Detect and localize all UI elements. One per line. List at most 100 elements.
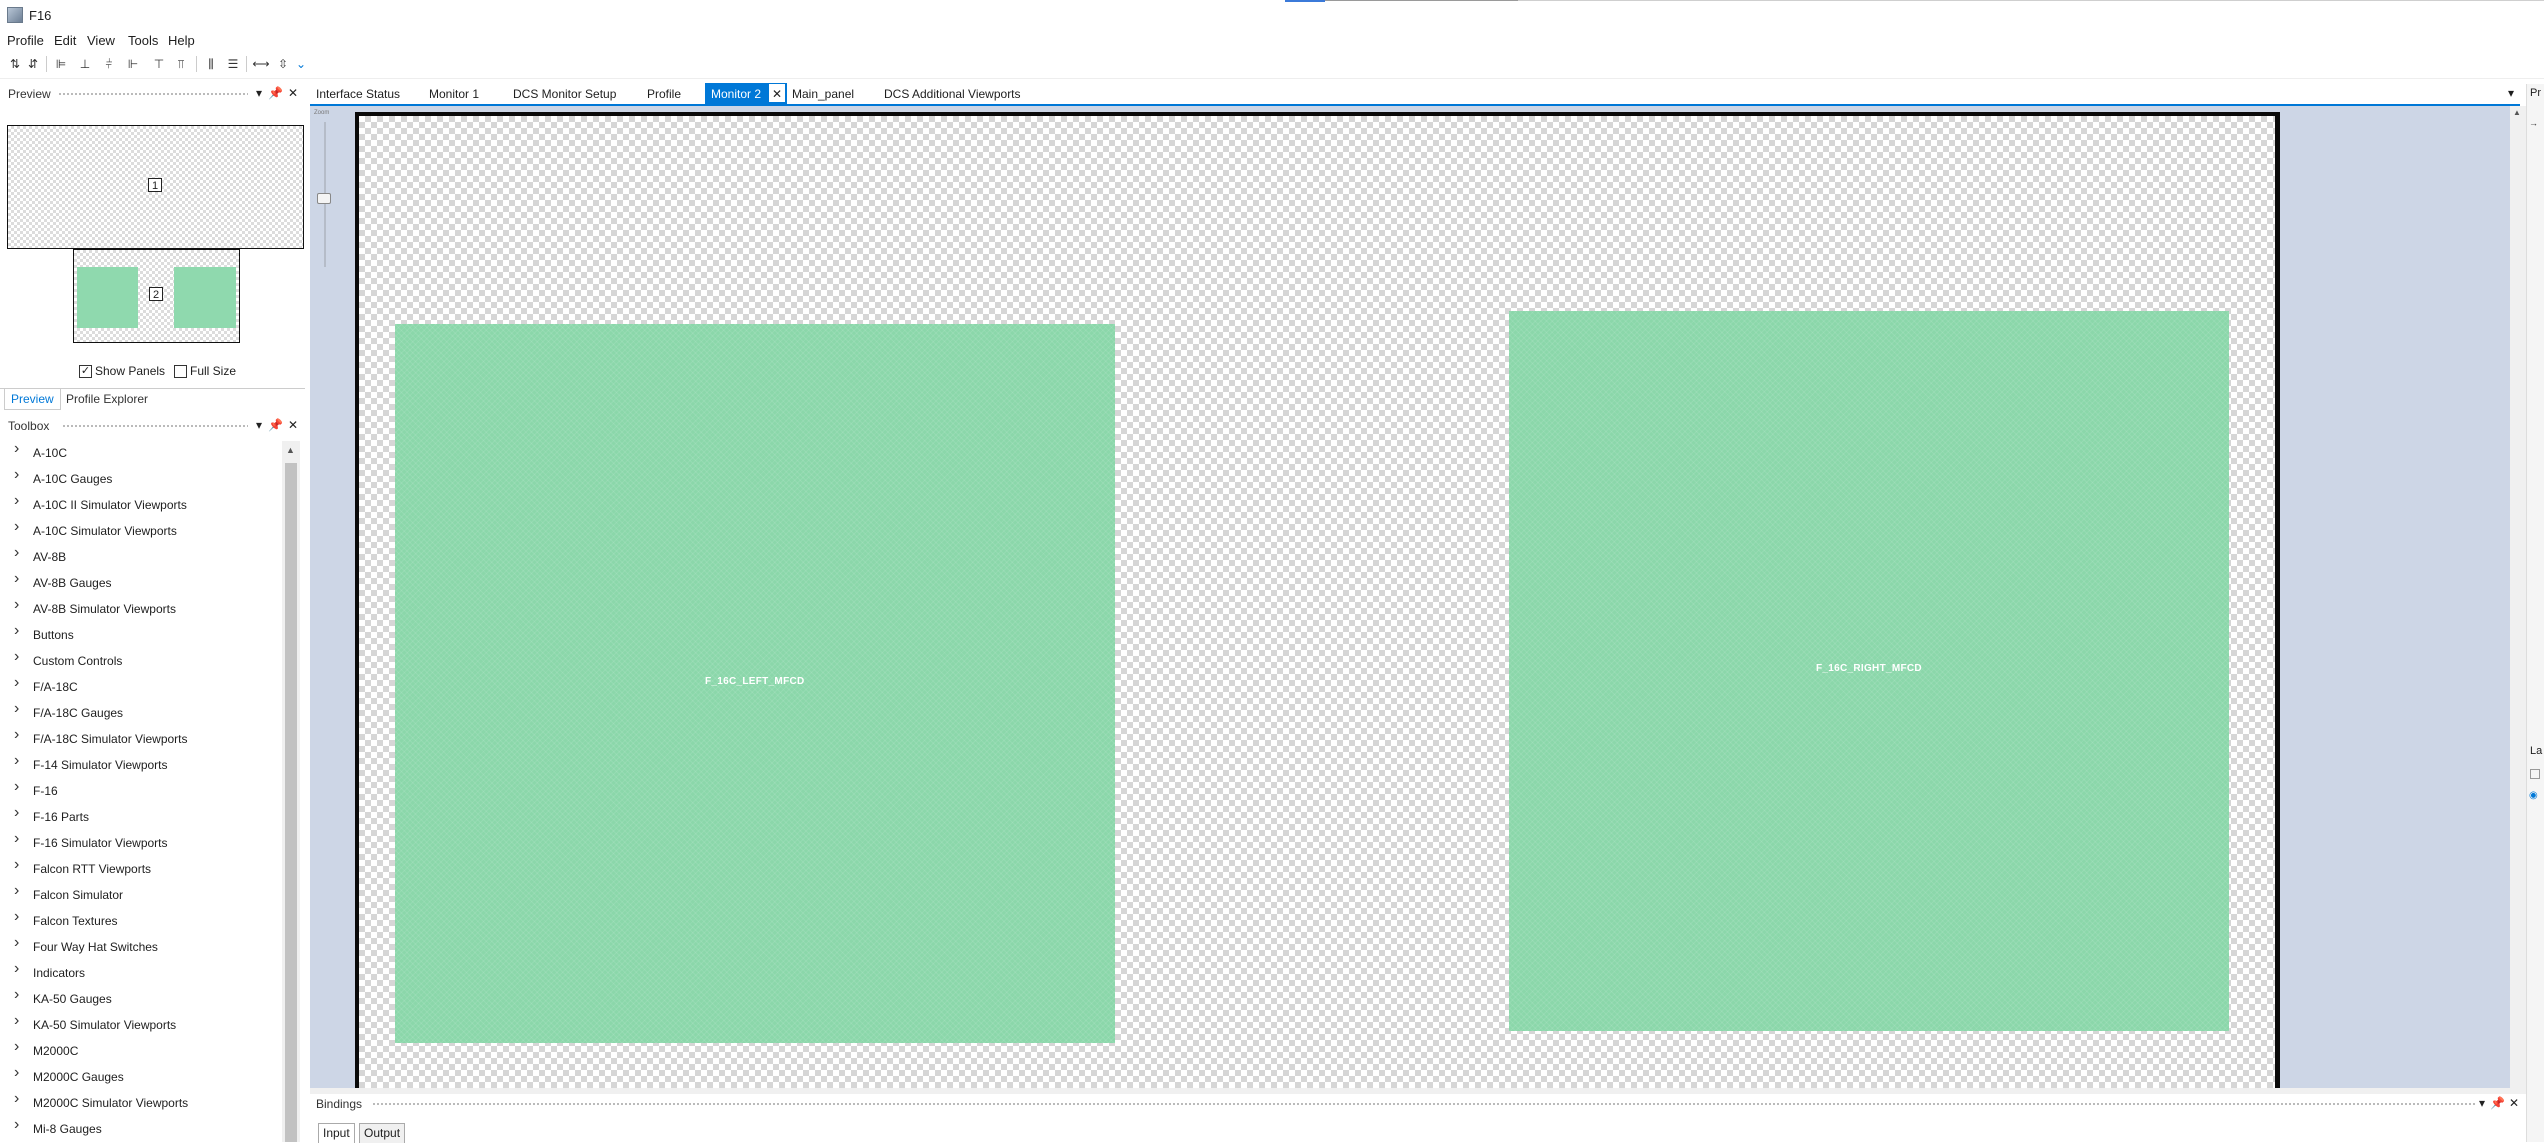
menu-help[interactable]: Help (168, 33, 195, 48)
tab-monitor-1[interactable]: Monitor 1 (429, 84, 479, 104)
chevron-right-icon[interactable]: › (14, 649, 22, 665)
toolbox-item[interactable]: › F/A-18C (0, 675, 282, 701)
tab-preview[interactable]: Preview (4, 389, 61, 410)
layer-icon[interactable] (2530, 769, 2540, 779)
pin-icon[interactable]: 📌 (268, 85, 283, 101)
chevron-right-icon[interactable]: › (14, 701, 22, 717)
chevron-right-icon[interactable]: › (14, 961, 22, 977)
toolbox-item[interactable]: › A-10C Gauges (0, 467, 282, 493)
chevron-right-icon[interactable]: › (14, 831, 22, 847)
chevron-right-icon[interactable]: › (14, 987, 22, 1003)
toolbox-scroll-thumb[interactable] (285, 463, 297, 1142)
tab-profile-explorer[interactable]: Profile Explorer (60, 389, 154, 409)
menu-profile[interactable]: Profile (7, 33, 44, 48)
tab-profile[interactable]: Profile (647, 84, 681, 104)
toolbox-item[interactable]: › F/A-18C Gauges (0, 701, 282, 727)
tab-interface-status[interactable]: Interface Status (316, 84, 400, 104)
right-mfcd-panel[interactable]: F_16C_RIGHT_MFCD (1509, 311, 2229, 1031)
right-dock-tab-properties[interactable]: Pr (2530, 87, 2541, 99)
menu-tools[interactable]: Tools (128, 33, 158, 48)
toolbox-item[interactable]: › M2000C (0, 1039, 282, 1065)
chevron-right-icon[interactable]: › (14, 571, 22, 587)
panel-menu-icon[interactable]: ▾ (252, 417, 266, 433)
tab-output[interactable]: Output (359, 1123, 406, 1143)
chevron-right-icon[interactable]: › (14, 1013, 22, 1029)
toolbox-item[interactable]: › Custom Controls (0, 649, 282, 675)
align-left-icon[interactable]: ⊫ (52, 55, 70, 73)
chevron-right-icon[interactable]: › (14, 779, 22, 795)
toolbar-overflow-icon[interactable]: ⌄ (292, 55, 310, 73)
chevron-right-icon[interactable]: › (14, 1091, 22, 1107)
toolbox-item[interactable]: › F-16 (0, 779, 282, 805)
scroll-up-icon[interactable]: ▲ (286, 445, 295, 455)
full-size-checkbox[interactable] (174, 365, 187, 378)
monitor-2-preview[interactable]: 2 (73, 249, 240, 343)
scroll-up-icon[interactable]: ▲ (2513, 108, 2521, 117)
chevron-right-icon[interactable]: › (14, 441, 22, 457)
zoom-slider-thumb[interactable] (317, 193, 331, 204)
same-width-icon[interactable]: ⟷ (252, 55, 270, 73)
align-right-icon[interactable]: ⊩ (124, 55, 142, 73)
panel-menu-icon[interactable]: ▾ (252, 85, 266, 101)
chevron-right-icon[interactable]: › (14, 883, 22, 899)
toolbox-item[interactable]: › Falcon Simulator (0, 883, 282, 909)
chevron-right-icon[interactable]: › (14, 1117, 22, 1133)
menu-edit[interactable]: Edit (54, 33, 76, 48)
close-icon[interactable]: ✕ (286, 85, 300, 101)
toolbox-item[interactable]: › A-10C Simulator Viewports (0, 519, 282, 545)
toolbox-item[interactable]: › Falcon Textures (0, 909, 282, 935)
toolbox-item[interactable]: › AV-8B Gauges (0, 571, 282, 597)
panel-grip[interactable] (372, 1102, 2477, 1106)
right-dock-arrow-icon[interactable]: → (2529, 118, 2538, 128)
monitor-canvas[interactable]: F_16C_LEFT_MFCD F_16C_RIGHT_MFCD (355, 112, 2280, 1090)
document-scrollbar[interactable]: ▲ (2510, 106, 2526, 1090)
toolbox-item[interactable]: › F-16 Parts (0, 805, 282, 831)
chevron-right-icon[interactable]: › (14, 805, 22, 821)
tab-main-panel[interactable]: Main_panel (792, 84, 854, 104)
chevron-right-icon[interactable]: › (14, 623, 22, 639)
toolbox-item[interactable]: › M2000C Simulator Viewports (0, 1091, 282, 1117)
chevron-right-icon[interactable]: › (14, 1065, 22, 1081)
toolbox-item[interactable]: › KA-50 Simulator Viewports (0, 1013, 282, 1039)
toolbox-item[interactable]: › Mi-8 Gauges (0, 1117, 282, 1142)
close-icon[interactable]: ✕ (2507, 1095, 2521, 1111)
toolbox-item[interactable]: › KA-50 Gauges (0, 987, 282, 1013)
toolbox-item[interactable]: › A-10C (0, 441, 282, 467)
toolbox-item[interactable]: › A-10C II Simulator Viewports (0, 493, 282, 519)
chevron-right-icon[interactable]: › (14, 935, 22, 951)
bring-to-front-icon[interactable]: ⇵ (24, 55, 42, 73)
pin-icon[interactable]: 📌 (268, 417, 283, 433)
chevron-right-icon[interactable]: › (14, 545, 22, 561)
distribute-horizontal-icon[interactable]: ⫼ (202, 55, 220, 73)
tab-input[interactable]: Input (318, 1123, 355, 1143)
tab-monitor-2[interactable]: Monitor 2 ✕ (705, 83, 787, 105)
panel-menu-icon[interactable]: ▾ (2475, 1095, 2489, 1111)
align-middle-icon[interactable]: ⫪ (172, 55, 190, 73)
right-dock-tab-layers[interactable]: La (2530, 745, 2542, 757)
menu-view[interactable]: View (87, 33, 115, 48)
panel-grip[interactable] (58, 92, 248, 96)
tab-dcs-monitor-setup[interactable]: DCS Monitor Setup (513, 84, 616, 104)
toolbox-item[interactable]: › M2000C Gauges (0, 1065, 282, 1091)
toolbox-item[interactable]: › AV-8B Simulator Viewports (0, 597, 282, 623)
align-center-icon[interactable]: ⫩ (100, 55, 118, 73)
chevron-right-icon[interactable]: › (14, 753, 22, 769)
align-bottom-icon[interactable]: ⊥ (76, 55, 94, 73)
same-height-icon[interactable]: ⇳ (274, 55, 292, 73)
toolbox-item[interactable]: › Indicators (0, 961, 282, 987)
eye-icon[interactable]: ◉ (2529, 790, 2538, 801)
chevron-right-icon[interactable]: › (14, 597, 22, 613)
chevron-right-icon[interactable]: › (14, 675, 22, 691)
show-panels-checkbox[interactable]: ✓ (79, 365, 92, 378)
distribute-vertical-icon[interactable]: ☰ (224, 55, 242, 73)
chevron-right-icon[interactable]: › (14, 727, 22, 743)
chevron-right-icon[interactable]: › (14, 857, 22, 873)
monitor-1-preview[interactable]: 1 (7, 125, 304, 249)
send-to-back-icon[interactable]: ⇅ (6, 55, 24, 73)
chevron-right-icon[interactable]: › (14, 493, 22, 509)
chevron-right-icon[interactable]: › (14, 519, 22, 535)
chevron-right-icon[interactable]: › (14, 1039, 22, 1055)
close-icon[interactable]: ✕ (286, 417, 300, 433)
close-tab-icon[interactable]: ✕ (769, 84, 785, 102)
chevron-right-icon[interactable]: › (14, 909, 22, 925)
